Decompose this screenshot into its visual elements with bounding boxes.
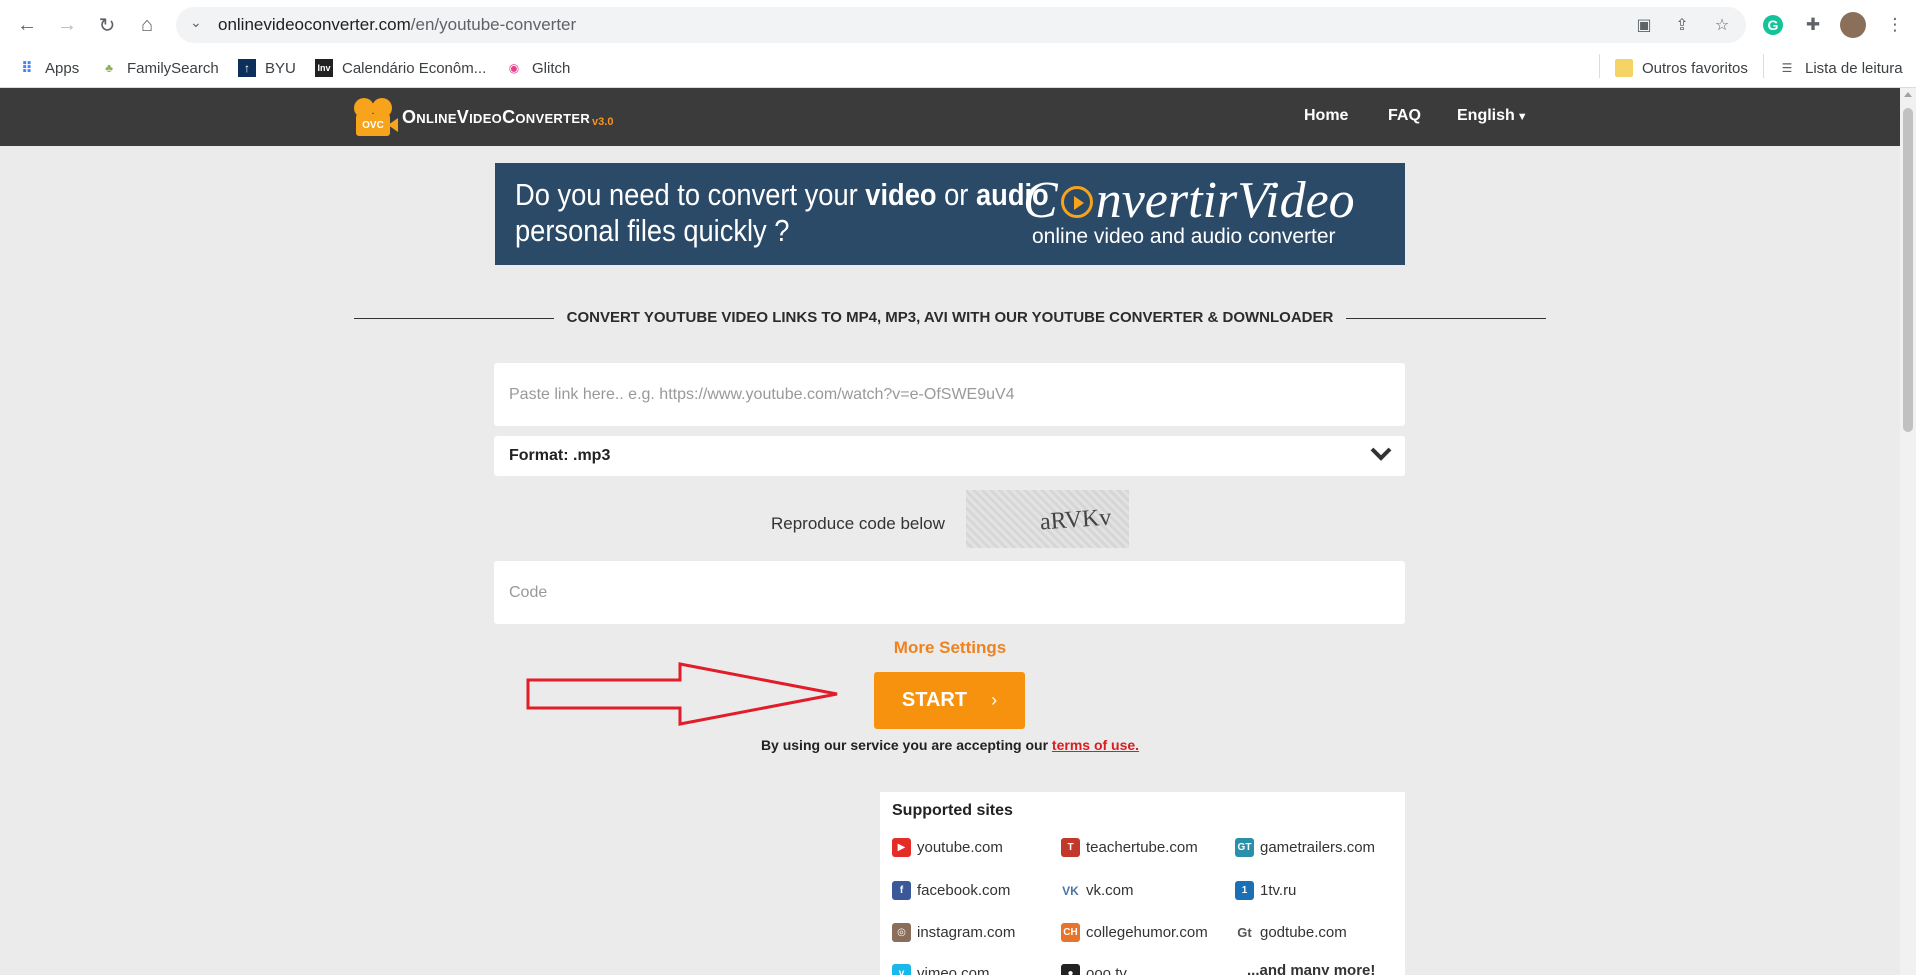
vimeo-icon: v: [892, 964, 911, 975]
reading-list[interactable]: ☰ Lista de leitura: [1778, 59, 1903, 77]
youtube-icon: ▶: [892, 838, 911, 857]
caret-down-icon: ▼: [1516, 111, 1528, 123]
bookmark-byu[interactable]: ↑ BYU: [238, 59, 296, 77]
reading-list-icon: ☰: [1781, 61, 1793, 75]
bookmark-star-icon[interactable]: ☆: [1710, 13, 1734, 37]
site-ooo[interactable]: ● ooo.tv: [1061, 964, 1127, 975]
teachertube-icon: T: [1061, 838, 1080, 857]
back-icon[interactable]: ←: [13, 11, 41, 39]
browser-menu-icon[interactable]: ⋮: [1882, 12, 1908, 38]
apps-grid-icon: ⠿: [21, 60, 33, 77]
annotation-arrow: [526, 662, 838, 726]
bookmark-other-folder[interactable]: Outros favoritos: [1615, 59, 1748, 77]
facebook-icon: f: [892, 881, 911, 900]
reload-icon[interactable]: ↻: [93, 11, 121, 39]
promo-banner[interactable]: Do you need to convert your video or aud…: [495, 163, 1405, 265]
profile-avatar[interactable]: [1840, 12, 1866, 38]
ooo-icon: ●: [1061, 964, 1080, 975]
site-youtube[interactable]: ▶ youtube.com: [892, 838, 1003, 857]
link-input[interactable]: [494, 363, 1405, 426]
site-info-icon[interactable]: ⌄: [190, 14, 202, 31]
godtube-icon: Gt: [1235, 923, 1254, 942]
site-1tv[interactable]: 1 1tv.ru: [1235, 881, 1296, 900]
byu-icon: ↑: [238, 59, 256, 77]
bookmark-apps[interactable]: ⠿ Apps: [18, 59, 79, 78]
more-sites-text: ...and many more!: [1247, 962, 1376, 975]
bookmarks-divider: [1599, 54, 1600, 78]
instagram-icon: ◎: [892, 923, 911, 942]
format-value: Format: .mp3: [509, 447, 611, 464]
bookmarks-divider: [1763, 54, 1764, 78]
chevron-down-icon: [1370, 447, 1392, 461]
page-scrollbar[interactable]: [1900, 88, 1916, 975]
site-instagram[interactable]: ◎ instagram.com: [892, 923, 1015, 942]
link-field[interactable]: [494, 363, 1405, 426]
supported-sites-panel: Supported sites ▶ youtube.com T teachert…: [880, 792, 1405, 975]
scroll-thumb[interactable]: [1903, 108, 1913, 432]
1tv-icon: 1: [1235, 881, 1254, 900]
address-bar[interactable]: ⌄ onlinevideoconverter.com/en/youtube-co…: [176, 7, 1746, 43]
site-godtube[interactable]: Gt godtube.com: [1235, 923, 1347, 942]
glitch-icon: ◉: [508, 61, 520, 75]
more-settings-link[interactable]: More Settings: [0, 638, 1900, 658]
site-vk[interactable]: VK vk.com: [1061, 881, 1134, 900]
site-gametrailers[interactable]: GT gametrailers.com: [1235, 838, 1375, 857]
browser-toolbar: ← → ↻ ⌂ ⌄ onlinevideoconverter.com/en/yo…: [0, 0, 1916, 50]
nav-language[interactable]: English ▼: [1457, 107, 1528, 125]
home-icon[interactable]: ⌂: [133, 11, 161, 39]
folder-icon: [1615, 59, 1633, 77]
supported-sites-title: Supported sites: [892, 802, 1013, 819]
vk-icon: VK: [1061, 881, 1080, 900]
play-circle-icon: [1061, 186, 1093, 218]
forward-icon[interactable]: →: [53, 11, 81, 39]
grammarly-icon[interactable]: G: [1763, 15, 1783, 35]
site-vimeo[interactable]: v vimeo.com: [892, 964, 990, 975]
code-field[interactable]: [494, 561, 1405, 624]
camera-logo-icon: OVC: [354, 96, 400, 138]
bookmarks-bar: ⠿ Apps ♣ FamilySearch ↑ BYU Inv Calendár…: [0, 50, 1916, 88]
chevron-right-icon: ›: [991, 690, 998, 710]
format-select[interactable]: Format: .mp3: [494, 436, 1405, 476]
browser-chrome: ← → ↻ ⌂ ⌄ onlinevideoconverter.com/en/yo…: [0, 0, 1916, 88]
banner-subtitle: online video and audio converter: [1032, 225, 1336, 248]
nav-home[interactable]: Home: [1304, 107, 1348, 125]
logo-text: OnlineVideoConverter: [402, 106, 591, 127]
terms-link[interactable]: terms of use.: [1052, 737, 1139, 753]
site-collegehumor[interactable]: CH collegehumor.com: [1061, 923, 1208, 942]
collegehumor-icon: CH: [1061, 923, 1080, 942]
nav-faq[interactable]: FAQ: [1388, 107, 1421, 125]
url-text[interactable]: onlinevideoconverter.com/en/youtube-conv…: [218, 15, 576, 35]
logo-version: v3.0: [592, 116, 614, 128]
cast-blocked-icon[interactable]: ▣: [1632, 13, 1656, 37]
familysearch-icon: ♣: [105, 61, 113, 75]
site-facebook[interactable]: f facebook.com: [892, 881, 1010, 900]
investing-icon: Inv: [315, 59, 333, 77]
share-icon[interactable]: ⇪: [1670, 13, 1694, 37]
site-header: OVC OnlineVideoConverter v3.0 Home FAQ E…: [0, 88, 1900, 146]
captcha-image: aRVKv: [966, 490, 1129, 548]
start-button[interactable]: START ›: [874, 672, 1025, 729]
captcha-code: aRVKv: [1039, 504, 1113, 536]
site-teachertube[interactable]: T teachertube.com: [1061, 838, 1198, 857]
captcha-label: Reproduce code below: [771, 514, 945, 533]
bookmark-glitch[interactable]: ◉ Glitch: [505, 59, 571, 77]
banner-line1: Do you need to convert your video or aud…: [515, 177, 1049, 212]
terms-notice: By using our service you are accepting o…: [760, 737, 1140, 753]
bookmark-familysearch[interactable]: ♣ FamilySearch: [100, 59, 219, 77]
extensions-icon[interactable]: ✚: [1800, 12, 1826, 38]
scroll-up-icon[interactable]: [1904, 92, 1912, 97]
code-input[interactable]: [494, 561, 1405, 624]
site-logo[interactable]: OVC OnlineVideoConverter v3.0: [354, 96, 613, 138]
gametrailers-icon: GT: [1235, 838, 1254, 857]
bookmark-calendario[interactable]: Inv Calendário Econôm...: [315, 59, 486, 77]
page-heading: CONVERT YOUTUBE VIDEO LINKS TO MP4, MP3,…: [566, 309, 1334, 326]
banner-line2: personal files quickly ?: [515, 213, 790, 248]
